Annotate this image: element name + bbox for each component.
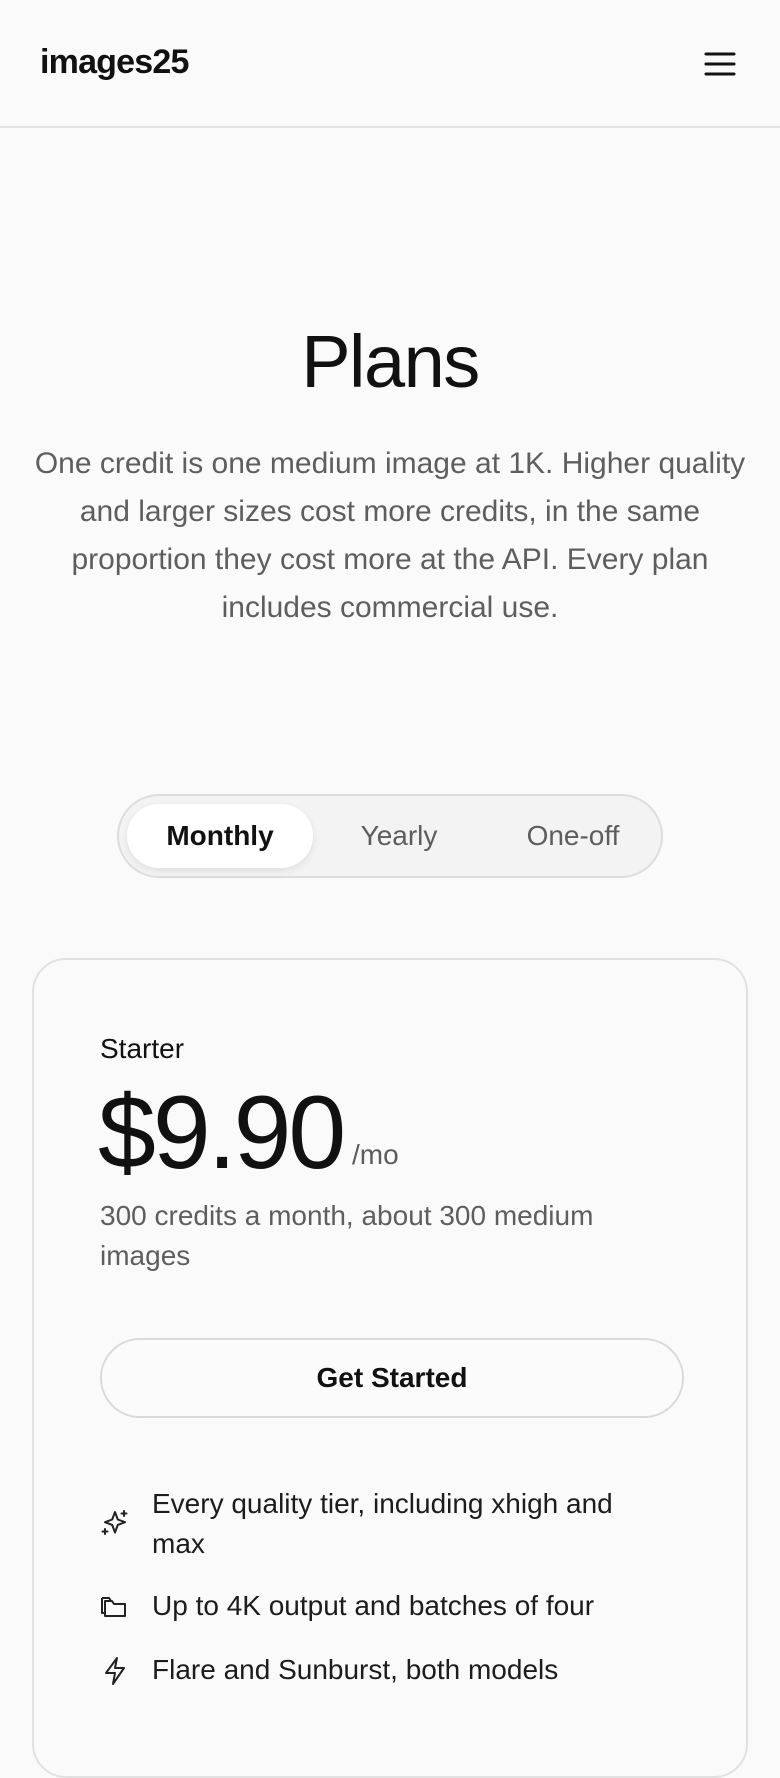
site-logo[interactable]: images25 [40,40,189,84]
hamburger-menu-icon [704,52,736,76]
feature-item-models: Flare and Sunburst, both models [100,1650,660,1690]
lightning-icon [105,1657,125,1685]
plan-credits-description: 300 credits a month, about 300 medium im… [100,1200,594,1271]
plan-period: /mo [352,1139,399,1170]
feature-item-output: Up to 4K output and batches of four [100,1586,660,1626]
starter-plan-card: Starter $9.90 /mo 300 credits a month, a… [32,958,748,1778]
billing-option-yearly[interactable]: Yearly [313,804,485,868]
feature-text: Flare and Sunburst, both models [152,1654,559,1685]
feature-item-quality: Every quality tier, including xhigh and … [100,1484,660,1564]
feature-text: Every quality tier, including xhigh and … [152,1488,613,1559]
get-started-button[interactable]: Get Started [100,1338,684,1418]
sparkles-icon [101,1510,128,1535]
feature-text: Up to 4K output and batches of four [152,1590,595,1621]
page-title: Plans [301,320,480,403]
billing-option-monthly[interactable]: Monthly [127,804,313,868]
billing-option-one-off[interactable]: One-off [485,804,661,868]
plan-name: Starter [100,1033,185,1064]
site-header: images25 [0,0,780,128]
stacked-images-icon [101,1597,126,1617]
plan-price: $9.90 [98,1075,346,1191]
hamburger-menu-button[interactable] [700,48,740,80]
credits-explanation: One credit is one medium image at 1K. Hi… [34,447,746,624]
billing-period-toggle: Monthly Yearly One-off [117,794,663,878]
